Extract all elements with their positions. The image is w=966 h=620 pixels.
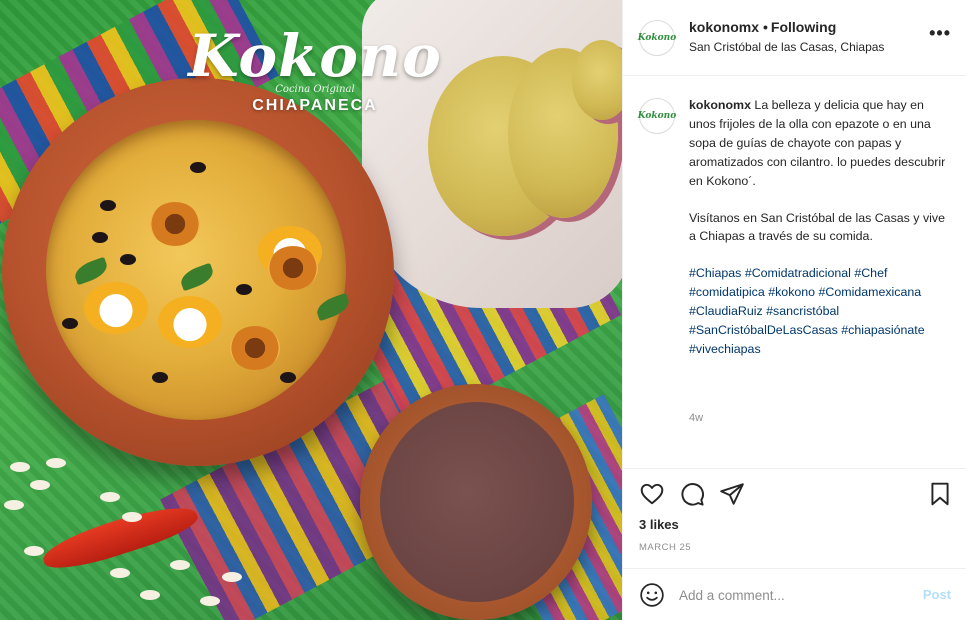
hashtag-link[interactable]: #Comidamexicana <box>819 285 922 299</box>
avatar[interactable]: Kokono <box>637 98 677 134</box>
heart-icon[interactable] <box>639 481 665 507</box>
caption-username-link[interactable]: kokonomx <box>689 98 751 112</box>
following-button[interactable]: Following <box>771 19 836 35</box>
seed <box>30 480 50 490</box>
bean <box>152 372 168 383</box>
more-options-icon[interactable]: ••• <box>929 24 951 42</box>
hashtag-link[interactable]: #sancristóbal <box>766 304 839 318</box>
action-bar: 3 likes MARCH 25 <box>623 468 966 568</box>
emoji-icon[interactable] <box>639 582 665 608</box>
egg-slice <box>84 282 148 334</box>
seed <box>200 596 220 606</box>
seed <box>140 590 160 600</box>
bean <box>62 318 78 329</box>
seed <box>122 512 142 522</box>
seed <box>222 572 242 582</box>
caption-area: Kokono kokonomx La belleza y delicia que… <box>623 76 966 468</box>
location-link[interactable]: San Cristóbal de las Casas, Chiapas <box>689 40 884 54</box>
bean <box>100 200 116 211</box>
hashtag-link[interactable]: #SanCristóbalDeLasCasas <box>689 323 838 337</box>
separator-dot: • <box>763 19 768 35</box>
bean <box>236 284 252 295</box>
hashtag-link[interactable]: #Comidatradicional <box>745 266 851 280</box>
caption-text: kokonomx La belleza y delicia que hay en… <box>689 96 951 359</box>
share-icon[interactable] <box>719 481 745 507</box>
hashtag-link[interactable]: #comidatipica <box>689 285 765 299</box>
caption-paragraph: Visítanos en San Cristóbal de las Casas … <box>689 210 945 244</box>
bean <box>92 232 108 243</box>
hashtag-link[interactable]: #ClaudiaRuiz <box>689 304 763 318</box>
seed <box>24 546 44 556</box>
bean <box>280 372 296 383</box>
hashtag-link[interactable]: #vivechiapas <box>689 342 761 356</box>
hashtag-link[interactable]: #Chef <box>854 266 887 280</box>
post-photo[interactable]: Kokono Cocina Original CHIAPANECA <box>0 0 622 620</box>
bean-broth <box>380 402 574 602</box>
seed <box>100 492 120 502</box>
post-age[interactable]: 4w <box>689 412 703 424</box>
bean <box>120 254 136 265</box>
hashtag-link[interactable]: #kokono <box>768 285 815 299</box>
avatar-logo-text: Kokono <box>637 33 677 43</box>
bookmark-icon[interactable] <box>927 481 953 507</box>
header-user-line: kokonomx • Following <box>689 19 836 35</box>
seed <box>4 500 24 510</box>
post-comment-button[interactable]: Post <box>923 587 951 602</box>
post-header: Kokono kokonomx • Following San Cristóbal … <box>623 0 966 76</box>
hashtag-link[interactable]: #chiapasiónate <box>841 323 924 337</box>
plantain-slice <box>268 246 318 290</box>
comment-icon[interactable] <box>679 481 705 507</box>
caption-paragraph: kokonomx La belleza y delicia que hay en… <box>689 96 951 191</box>
avatar[interactable]: Kokono <box>637 20 677 56</box>
post-date: MARCH 25 <box>639 542 692 553</box>
seed <box>10 462 30 472</box>
seed <box>46 458 66 468</box>
logo-tagline: Cocina Original <box>275 84 355 95</box>
logo-script-text: Kokono <box>188 22 442 90</box>
plantain-slice <box>230 326 280 370</box>
username-link[interactable]: kokonomx <box>689 19 759 35</box>
bean <box>190 162 206 173</box>
hashtag-list: #Chiapas #Comidatradicional #Chef #comid… <box>689 264 951 359</box>
plantain-slice <box>150 202 200 246</box>
egg-slice <box>158 296 222 348</box>
comment-bar: Post <box>623 568 966 620</box>
like-count[interactable]: 3 likes <box>639 517 679 532</box>
brand-logo: Kokono Cocina Original CHIAPANECA <box>170 22 460 132</box>
comment-input[interactable] <box>679 583 899 607</box>
hashtag-link[interactable]: #Chiapas <box>689 266 741 280</box>
seed <box>110 568 130 578</box>
logo-region-text: CHIAPANECA <box>252 97 378 114</box>
post-sidebar: Kokono kokonomx • Following San Cristóbal … <box>622 0 966 620</box>
seed <box>170 560 190 570</box>
avatar-logo-text: Kokono <box>637 111 677 121</box>
